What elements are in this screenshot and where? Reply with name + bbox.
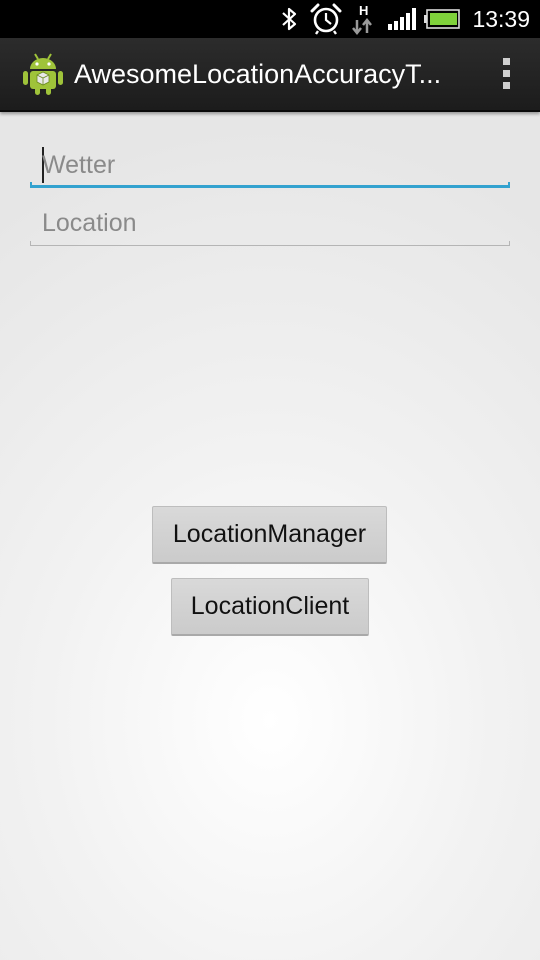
overflow-menu-icon[interactable]	[500, 58, 512, 90]
status-bar: H 13:39	[0, 0, 540, 38]
android-app-icon	[22, 52, 64, 96]
app-title: AwesomeLocationAccuracyT...	[74, 59, 442, 89]
wetter-field-placeholder: Wetter	[42, 151, 116, 179]
hspa-data-icon: H	[352, 0, 378, 38]
svg-text:H: H	[359, 3, 368, 18]
wetter-field[interactable]: Wetter	[30, 142, 510, 188]
location-field-underline	[30, 241, 510, 246]
location-client-button[interactable]: LocationClient	[171, 578, 369, 636]
battery-icon	[424, 0, 460, 38]
location-field-placeholder: Location	[42, 209, 137, 237]
location-field[interactable]: Location	[30, 200, 510, 246]
alarm-icon	[308, 0, 344, 38]
wetter-field-underline	[30, 182, 510, 188]
location-manager-button[interactable]: LocationManager	[152, 506, 387, 564]
status-time: 13:39	[472, 6, 530, 32]
bluetooth-icon	[278, 0, 300, 38]
signal-icon	[386, 0, 418, 38]
action-bar: AwesomeLocationAccuracyT...	[0, 38, 540, 112]
